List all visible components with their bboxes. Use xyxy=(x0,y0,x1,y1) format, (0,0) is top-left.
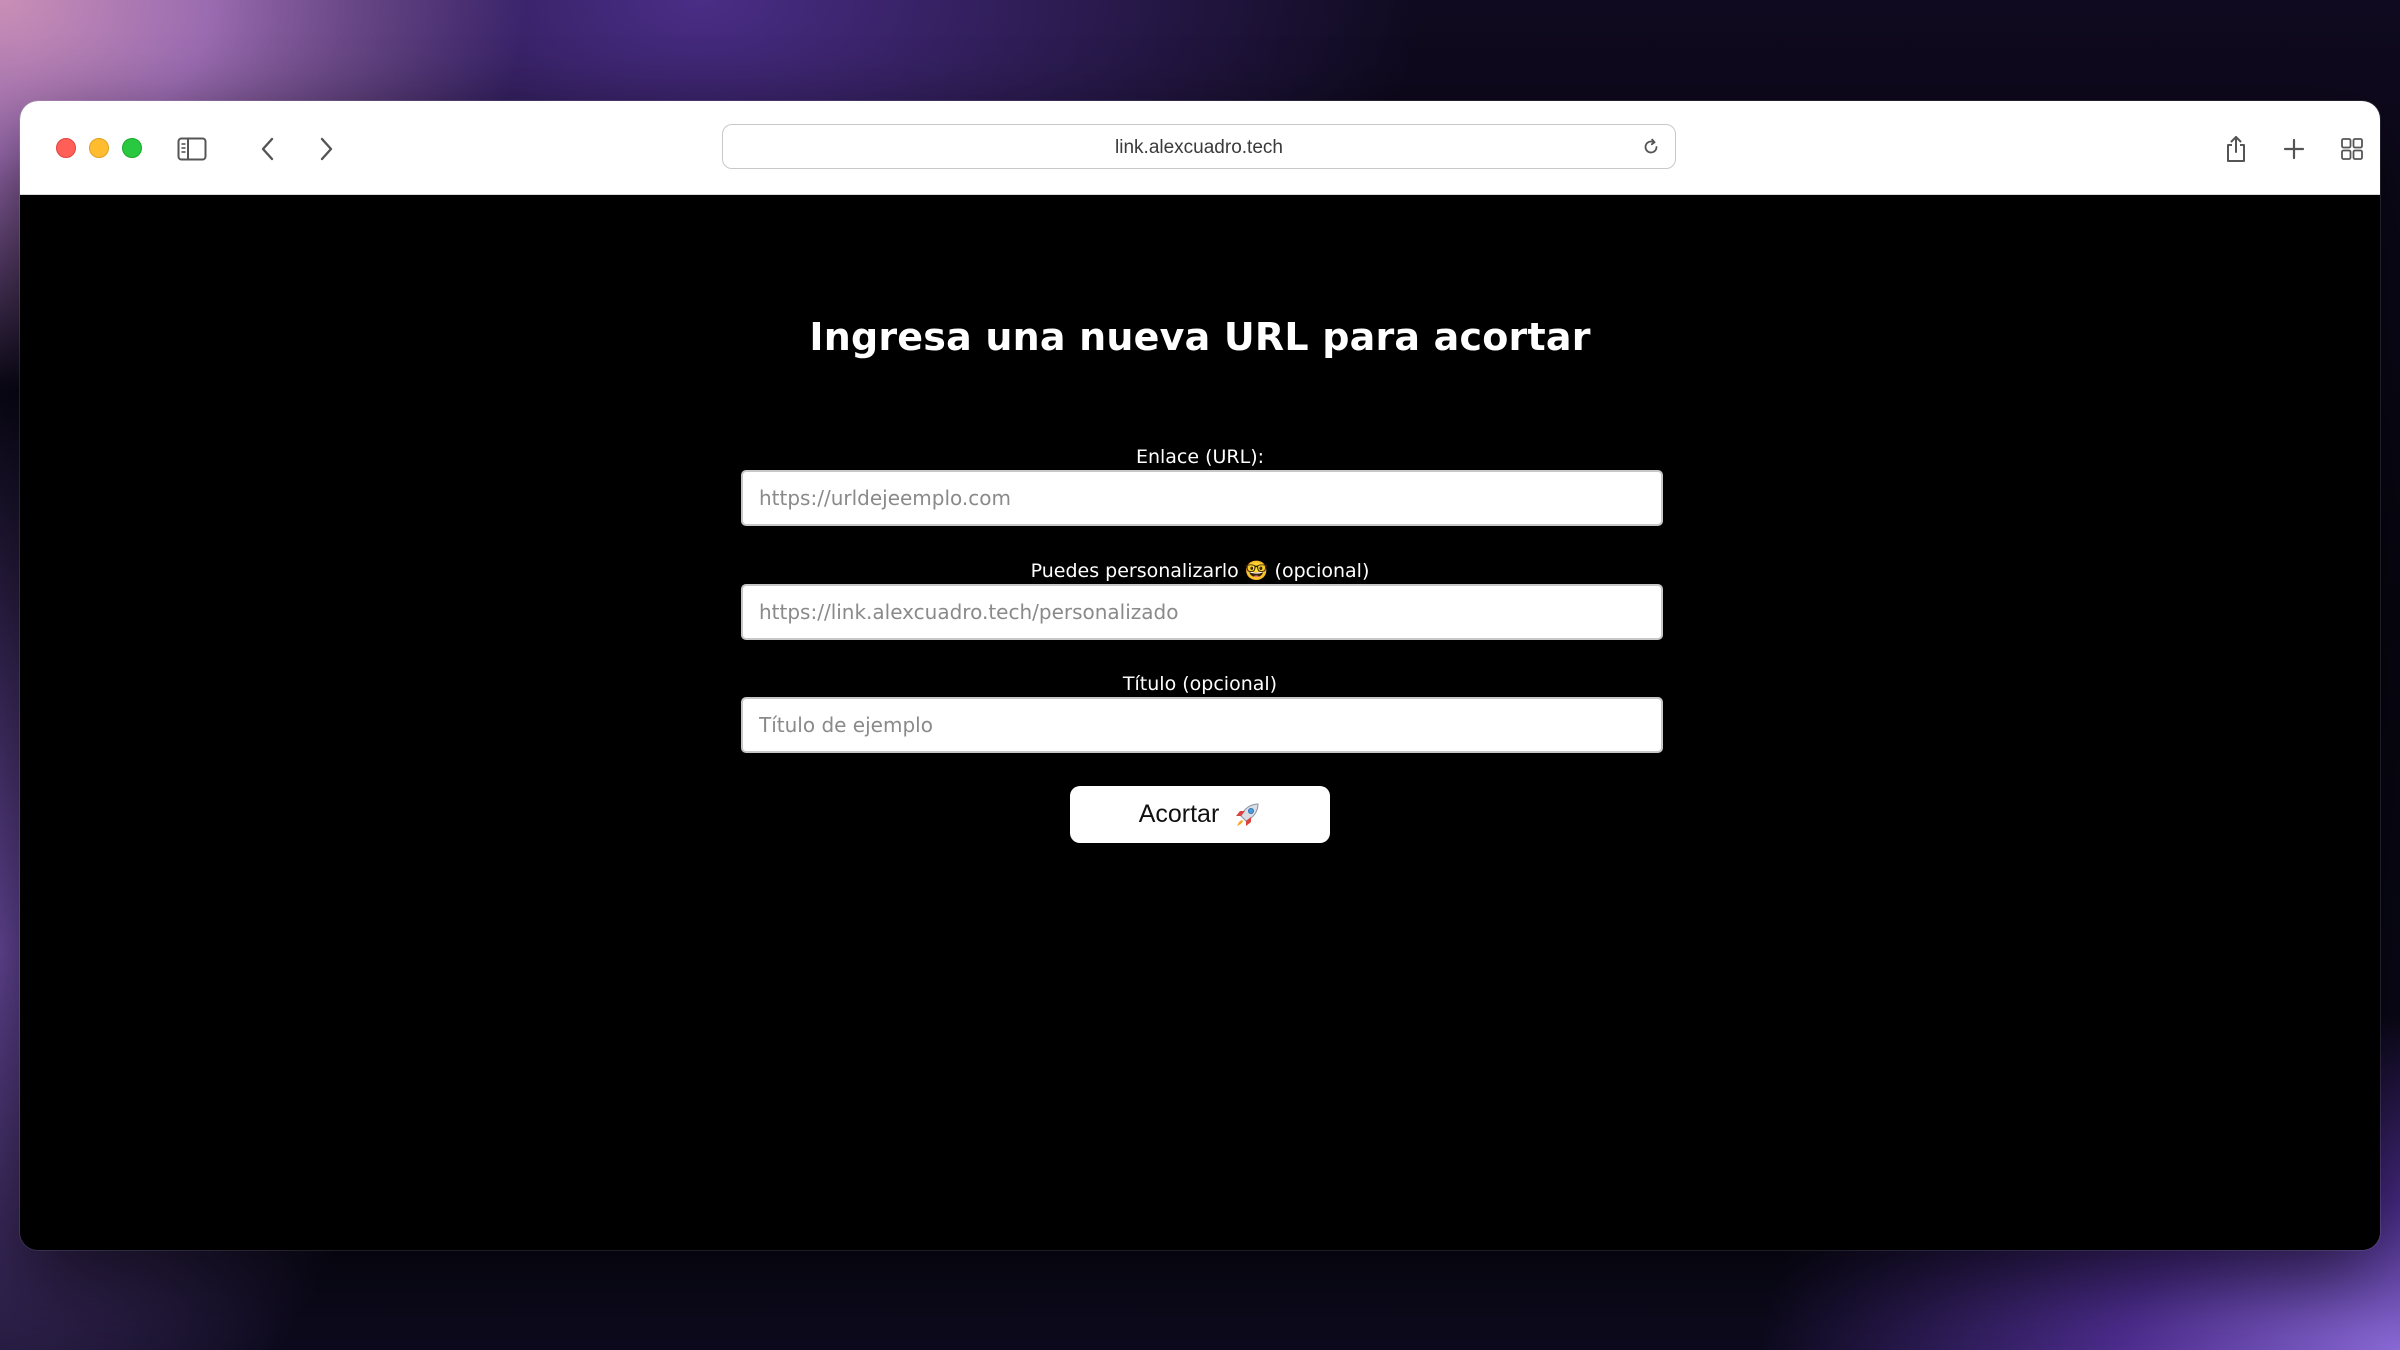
rocket-icon xyxy=(1233,801,1261,829)
forward-button[interactable] xyxy=(306,129,346,169)
shorten-button[interactable]: Acortar xyxy=(1070,786,1330,843)
new-tab-button[interactable] xyxy=(2274,129,2314,169)
address-bar-url: link.alexcuadro.tech xyxy=(1115,137,1283,158)
sidebar-toggle-button[interactable] xyxy=(172,129,212,169)
reload-icon[interactable] xyxy=(1641,137,1661,157)
chevron-left-icon xyxy=(259,136,277,162)
page-title: Ingresa una nueva URL para acortar xyxy=(809,315,1591,359)
zoom-window-button[interactable] xyxy=(122,138,142,158)
back-button[interactable] xyxy=(248,129,288,169)
title-input[interactable] xyxy=(741,697,1663,753)
shorten-button-label: Acortar xyxy=(1138,800,1220,828)
grid-icon xyxy=(2340,137,2364,161)
chevron-right-icon xyxy=(317,136,335,162)
sidebar-icon xyxy=(177,137,207,161)
url-label: Enlace (URL): xyxy=(1135,446,1265,468)
address-bar[interactable]: link.alexcuadro.tech xyxy=(722,124,1676,169)
custom-slug-input[interactable] xyxy=(741,584,1663,640)
share-button[interactable] xyxy=(2216,129,2256,169)
browser-window: link.alexcuadro.tech Ingresa una nueva U… xyxy=(20,101,2380,1250)
tab-overview-button[interactable] xyxy=(2332,129,2372,169)
browser-toolbar: link.alexcuadro.tech xyxy=(20,101,2380,195)
title-label: Título (opcional) xyxy=(1122,673,1278,695)
plus-icon xyxy=(2282,137,2306,161)
page-content: Ingresa una nueva URL para acortar Enlac… xyxy=(20,195,2380,1250)
url-input[interactable] xyxy=(741,470,1663,526)
close-window-button[interactable] xyxy=(56,138,76,158)
custom-slug-label: Puedes personalizarlo 🤓 (opcional) xyxy=(1030,560,1370,582)
minimize-window-button[interactable] xyxy=(89,138,109,158)
share-icon xyxy=(2223,134,2249,164)
